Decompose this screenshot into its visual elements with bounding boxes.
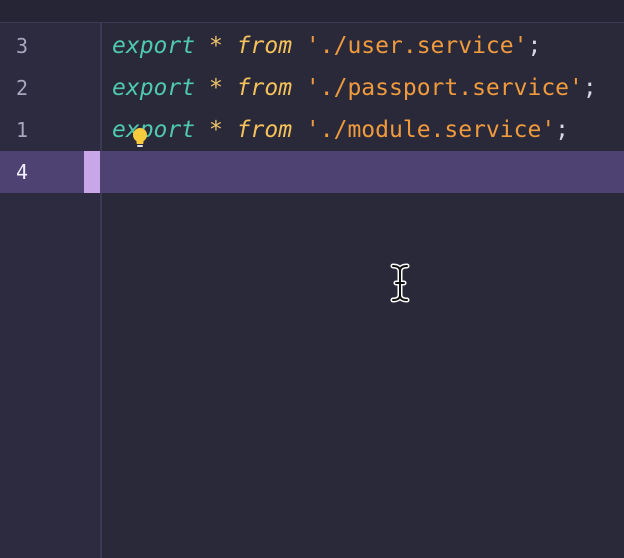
keyword-from: from	[236, 117, 293, 143]
code-editor[interactable]: 3 export * from './user.service'; 2 expo…	[0, 0, 624, 558]
code-line[interactable]: 3 export * from './user.service';	[0, 25, 624, 67]
module-path-string: './module.service'	[305, 117, 556, 143]
current-line-number: 4	[15, 160, 28, 184]
current-line[interactable]: 4	[0, 151, 624, 193]
keyword-from: from	[236, 75, 293, 101]
keyword-from: from	[236, 33, 293, 59]
line-number: 3	[15, 34, 28, 58]
lightbulb-icon[interactable]	[130, 127, 150, 149]
editor-tab-bar	[0, 0, 624, 23]
line-code[interactable]: export * from './passport.service';	[112, 67, 597, 109]
line-code[interactable]: export * from './module.service';	[112, 109, 569, 151]
line-number: 1	[15, 118, 28, 142]
semicolon: ;	[555, 117, 570, 143]
code-line[interactable]: 1 export * from './module.service';	[0, 109, 624, 151]
code-line[interactable]: 2 export * from './passport.service';	[0, 67, 624, 109]
wildcard-operator: *	[208, 117, 223, 143]
module-path-string: './user.service'	[305, 33, 528, 59]
line-code[interactable]: export * from './user.service';	[112, 25, 541, 67]
module-path-string: './passport.service'	[305, 75, 583, 101]
text-cursor-icon	[390, 263, 410, 303]
wildcard-operator: *	[208, 75, 223, 101]
semicolon: ;	[582, 75, 597, 101]
modified-line-marker	[84, 151, 100, 193]
wildcard-operator: *	[208, 33, 223, 59]
line-number: 2	[15, 76, 28, 100]
semicolon: ;	[527, 33, 542, 59]
keyword-export: export	[112, 117, 196, 143]
keyword-export: export	[112, 75, 196, 101]
keyword-export: export	[112, 33, 196, 59]
